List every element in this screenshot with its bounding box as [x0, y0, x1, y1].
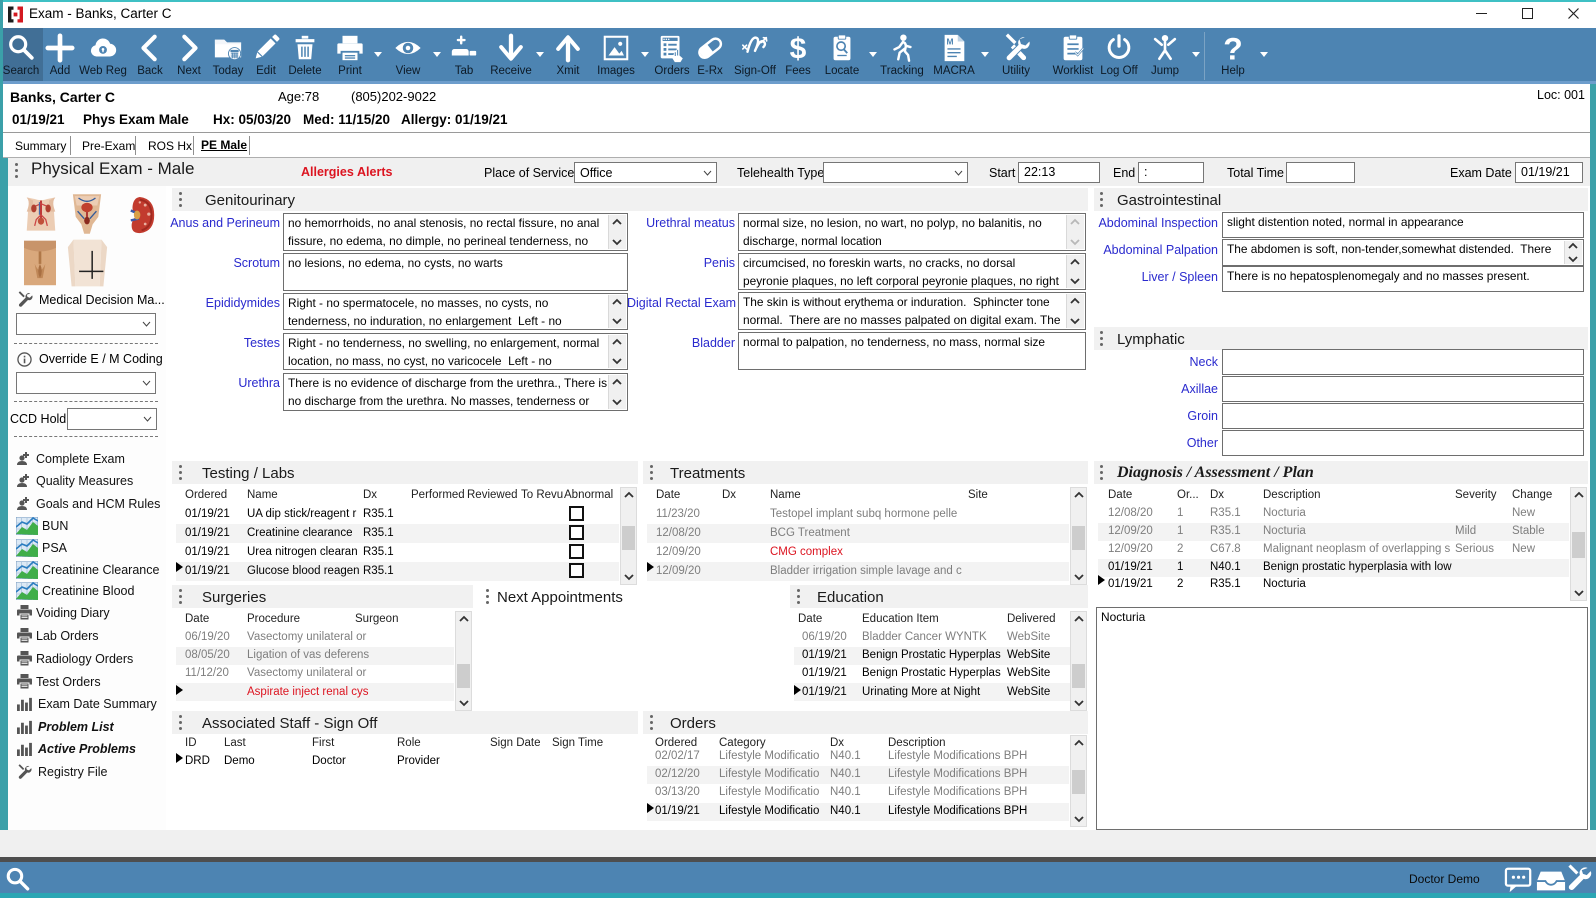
- svg-text:?: ?: [1223, 33, 1242, 63]
- svg-text:$: $: [790, 33, 807, 63]
- svg-text:M: M: [947, 36, 954, 46]
